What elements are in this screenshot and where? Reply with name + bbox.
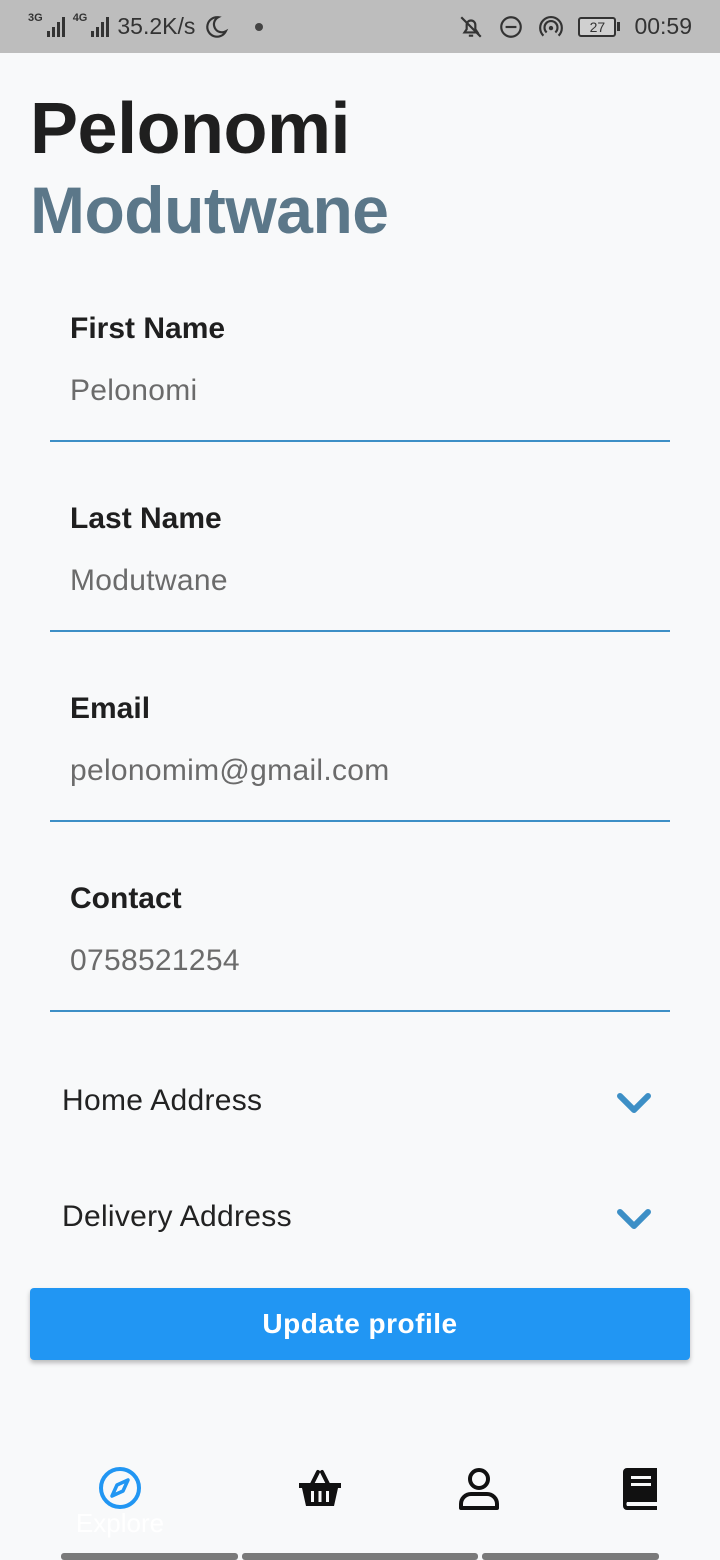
contact-label: Contact xyxy=(70,882,182,915)
gesture-bar-segment xyxy=(482,1553,659,1560)
nav-item-explore[interactable]: Explore xyxy=(60,1450,180,1550)
compass-icon xyxy=(99,1467,141,1509)
signal-icon xyxy=(46,16,65,37)
home-address-expander[interactable]: Home Address xyxy=(62,1078,662,1128)
email-input[interactable] xyxy=(70,754,650,788)
battery-icon: 27 xyxy=(578,16,621,37)
hotspot-icon xyxy=(539,15,564,36)
last-name-input[interactable] xyxy=(70,564,650,598)
first-name-field: First Name xyxy=(50,312,670,442)
notification-dot-icon xyxy=(255,22,264,31)
last-name-field: Last Name xyxy=(50,502,670,632)
bell-off-icon xyxy=(460,15,482,38)
book-icon xyxy=(623,1468,657,1510)
network-speed: 35.2K/s xyxy=(117,13,196,39)
delivery-address-expander[interactable]: Delivery Address xyxy=(62,1194,662,1244)
battery-level: 27 xyxy=(578,16,617,37)
last-name-label: Last Name xyxy=(70,502,222,535)
clock: 00:59 xyxy=(634,13,692,39)
gesture-bar-segment xyxy=(61,1553,238,1560)
email-field: Email xyxy=(50,692,670,822)
network-type-2: 4G xyxy=(72,12,88,24)
home-address-label: Home Address xyxy=(62,1084,263,1117)
update-profile-button[interactable]: Update profile xyxy=(30,1288,690,1360)
contact-input[interactable] xyxy=(70,944,650,978)
do-not-disturb-icon xyxy=(500,15,523,38)
profile-icon xyxy=(459,1468,499,1510)
gesture-bar-segment xyxy=(242,1553,478,1560)
first-name-label: First Name xyxy=(70,312,226,345)
basket-icon xyxy=(299,1470,341,1506)
contact-field: Contact xyxy=(50,882,670,1012)
first-name-input[interactable] xyxy=(70,374,650,408)
moon-icon xyxy=(206,15,229,38)
chevron-down-icon[interactable] xyxy=(616,1088,652,1118)
email-label: Email xyxy=(70,692,151,725)
nav-label-explore: Explore xyxy=(75,1508,165,1538)
delivery-address-label: Delivery Address xyxy=(62,1200,292,1233)
nav-item-basket[interactable] xyxy=(260,1450,380,1550)
profile-first-name-title: Pelonomi xyxy=(30,89,351,169)
bottom-navigation: Explore xyxy=(0,1450,720,1560)
network-type-1: 3G xyxy=(28,12,43,24)
status-bar: 3G 4G 35.2K/s 27 00:59 xyxy=(0,0,720,53)
nav-item-catalog[interactable] xyxy=(579,1450,699,1550)
chevron-down-icon[interactable] xyxy=(616,1204,652,1234)
profile-last-name-title: Modutwane xyxy=(30,173,389,247)
signal-icon-2 xyxy=(91,16,110,37)
nav-item-profile[interactable] xyxy=(419,1450,539,1550)
